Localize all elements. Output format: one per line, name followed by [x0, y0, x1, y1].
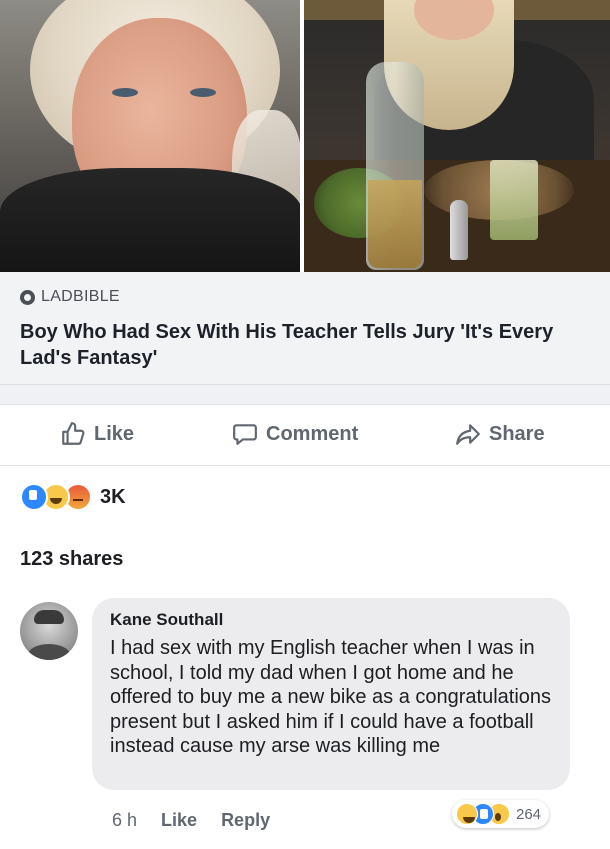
comment-meta: 6 h Like Reply — [112, 810, 270, 831]
source-circle-icon — [20, 289, 35, 305]
link-preview[interactable]: LADBIBLE Boy Who Had Sex With His Teache… — [0, 272, 610, 385]
speech-bubble-icon — [233, 424, 257, 445]
article-headline[interactable]: Boy Who Had Sex With His Teacher Tells J… — [20, 319, 590, 371]
restaurant-photo[interactable] — [304, 0, 610, 272]
facebook-post: LADBIBLE Boy Who Had Sex With His Teache… — [0, 0, 610, 849]
share-label: Share — [489, 422, 545, 445]
comment-bubble: Kane Southall I had sex with my English … — [92, 598, 570, 790]
comment-reply-button[interactable]: Reply — [221, 810, 270, 831]
comment-button[interactable]: Comment — [232, 421, 358, 447]
comment-author[interactable]: Kane Southall — [110, 610, 223, 630]
like-icon — [20, 483, 48, 511]
share-arrow-icon — [456, 424, 480, 445]
haha-icon — [456, 803, 478, 825]
comment-label: Comment — [266, 422, 359, 445]
post-images[interactable] — [0, 0, 610, 272]
reactions-summary[interactable]: 3K — [0, 466, 610, 529]
source-name: LADBIBLE — [41, 288, 120, 305]
comment-like-button[interactable]: Like — [161, 810, 197, 831]
link-source: LADBIBLE — [20, 288, 120, 306]
post-action-bar: Like Comment Share — [0, 404, 610, 466]
like-label: Like — [94, 422, 135, 445]
like-button[interactable]: Like — [60, 421, 134, 447]
comment-text: I had sex with my English teacher when I… — [110, 637, 552, 757]
share-button[interactable]: Share — [455, 421, 545, 447]
shares-count[interactable]: 123 shares — [20, 548, 123, 571]
shares-row: 123 shares — [0, 528, 610, 588]
comment-reactions[interactable]: 264 — [452, 800, 550, 828]
comment: Kane Southall I had sex with my English … — [0, 588, 610, 849]
thumbs-up-icon — [62, 422, 85, 445]
comment-timestamp[interactable]: 6 h — [112, 810, 137, 831]
teacher-portrait-photo[interactable] — [0, 0, 301, 272]
avatar[interactable] — [20, 602, 78, 660]
reactions-count: 3K — [100, 485, 126, 508]
comment-reactions-count: 264 — [516, 805, 542, 823]
